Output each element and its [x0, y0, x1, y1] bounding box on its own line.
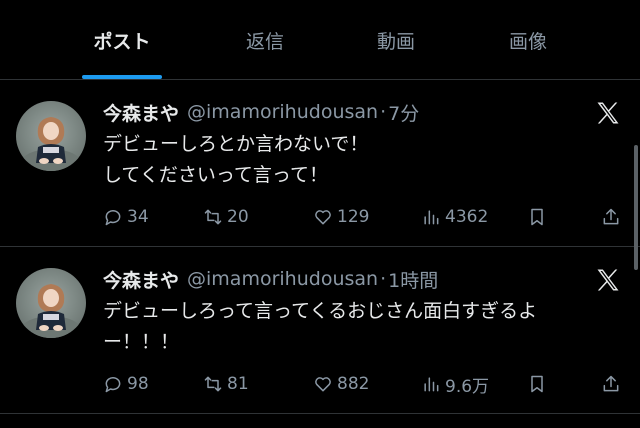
bookmark-button[interactable]	[527, 371, 551, 397]
tweet-text: デビューしろとか言わないで！ してくださいって言って！	[103, 129, 623, 191]
reply-count: 98	[127, 374, 149, 394]
timestamp[interactable]: 1時間	[388, 266, 438, 293]
reply-button[interactable]: 34	[103, 204, 149, 230]
scrollbar[interactable]	[634, 145, 638, 270]
views-icon	[424, 210, 439, 225]
x-logo-icon	[597, 102, 619, 124]
views-count: 4362	[445, 207, 489, 227]
repost-button[interactable]: 20	[203, 204, 249, 230]
tweet-header: 今森まや @imamorihudousan · 1時間	[103, 266, 438, 292]
repost-count: 20	[227, 207, 249, 227]
bookmark-icon	[531, 375, 543, 393]
repost-icon	[204, 376, 222, 392]
share-button[interactable]	[601, 204, 625, 230]
tweet-text-line: してくださいって言って！	[103, 164, 328, 186]
timestamp[interactable]: 7分	[388, 99, 419, 126]
tweet-text-line: デビューしろとか言わないで！	[103, 133, 369, 155]
tweet[interactable]: 今森まや @imamorihudousan · 7分 デビューしろとか言わないで…	[0, 81, 640, 247]
profile-tabs: ポスト 返信 動画 画像	[0, 0, 640, 80]
views-button[interactable]: 4362	[421, 204, 488, 230]
active-tab-indicator	[82, 75, 162, 79]
tweet[interactable]: 今森まや @imamorihudousan · 1時間 デビューしろって言ってく…	[0, 248, 640, 414]
reply-count: 34	[127, 207, 149, 227]
reply-icon	[105, 210, 121, 226]
tweet-actions: 34 20 129 4362	[103, 204, 623, 230]
tab-posts[interactable]: ポスト	[62, 0, 182, 80]
tab-images[interactable]: 画像	[468, 0, 588, 80]
avatar[interactable]	[16, 101, 86, 171]
like-button[interactable]: 129	[313, 204, 369, 230]
like-button[interactable]: 882	[313, 371, 369, 397]
share-icon	[603, 208, 619, 225]
repost-button[interactable]: 81	[203, 371, 249, 397]
tweet-text-line: ー！！！	[103, 331, 180, 353]
bookmark-icon	[531, 208, 543, 226]
share-icon	[603, 375, 619, 392]
x-logo-icon	[597, 269, 619, 291]
like-count: 129	[337, 207, 370, 227]
bookmark-button[interactable]	[527, 204, 551, 230]
display-name[interactable]: 今森まや	[103, 266, 179, 293]
repost-icon	[204, 209, 222, 225]
reply-icon	[105, 377, 121, 393]
heart-icon	[315, 377, 331, 392]
tweet-text-line: デビューしろって言ってくるおじさん面白すぎるよ	[103, 300, 538, 322]
tweet-actions: 98 81 882 9.6万	[103, 371, 623, 397]
share-button[interactable]	[601, 371, 625, 397]
tweet-header: 今森まや @imamorihudousan · 7分	[103, 99, 419, 125]
tweet-text: デビューしろって言ってくるおじさん面白すぎるよ ー！！！	[103, 296, 623, 358]
tab-videos[interactable]: 動画	[336, 0, 456, 80]
separator-dot: ·	[380, 268, 387, 290]
repost-count: 81	[227, 374, 249, 394]
views-button[interactable]: 9.6万	[421, 371, 489, 397]
views-icon	[424, 377, 439, 392]
like-count: 882	[337, 374, 370, 394]
display-name[interactable]: 今森まや	[103, 99, 179, 126]
tab-replies[interactable]: 返信	[205, 0, 325, 80]
reply-button[interactable]: 98	[103, 371, 149, 397]
heart-icon	[315, 210, 331, 225]
user-handle[interactable]: @imamorihudousan	[187, 268, 378, 290]
user-handle[interactable]: @imamorihudousan	[187, 101, 378, 123]
views-count: 9.6万	[445, 376, 490, 397]
avatar[interactable]	[16, 268, 86, 338]
separator-dot: ·	[380, 101, 387, 123]
